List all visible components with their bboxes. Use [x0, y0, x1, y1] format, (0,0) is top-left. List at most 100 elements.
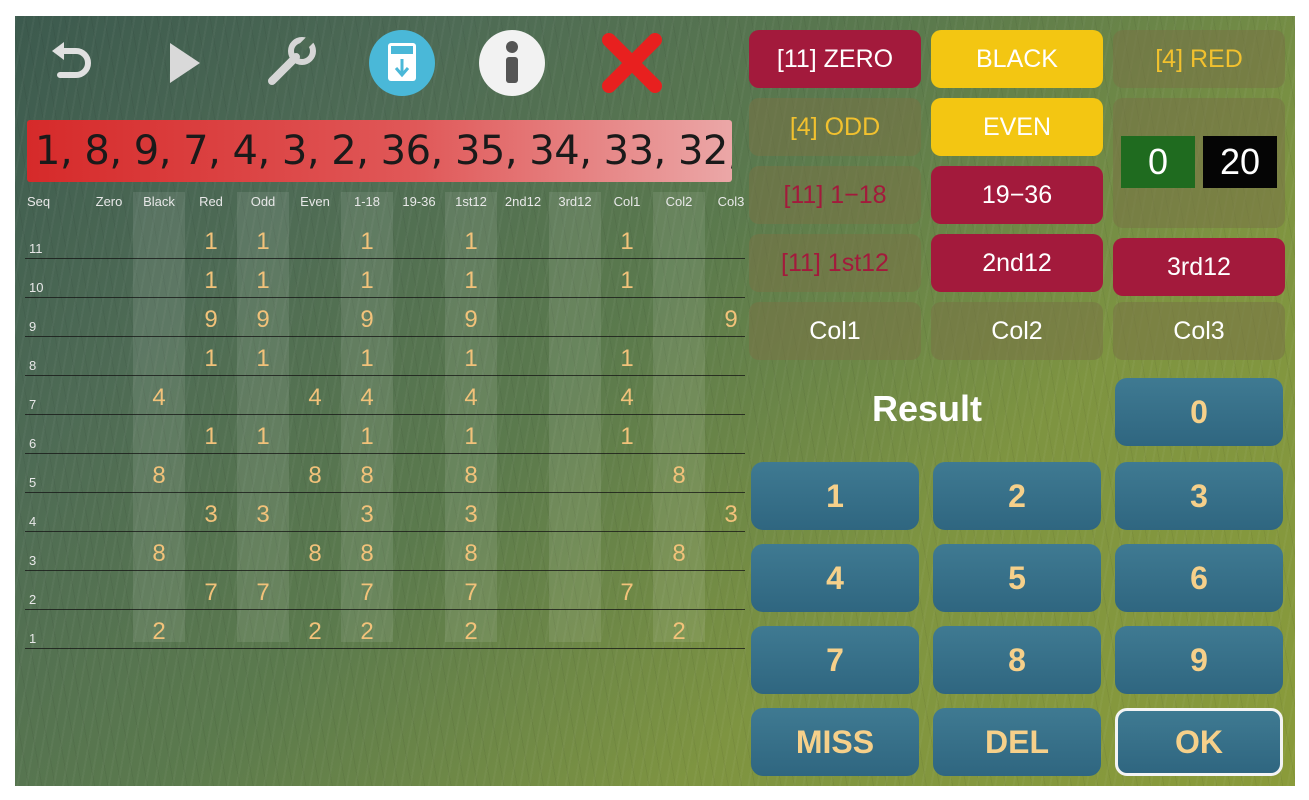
ok-button[interactable]: OK	[1115, 708, 1283, 776]
table-cell: 7	[620, 579, 634, 606]
table-cell: 2	[672, 618, 686, 645]
table-cell: 3	[724, 501, 738, 528]
column-header: Seq	[27, 194, 51, 209]
table-cell: 4	[620, 384, 634, 411]
bet-19-36[interactable]: 19−36	[931, 166, 1103, 224]
miss-button[interactable]: MISS	[751, 708, 919, 776]
table-cell: 1	[256, 267, 270, 294]
table-cell: 3	[256, 501, 270, 528]
key-6[interactable]: 6	[1115, 544, 1283, 612]
key-1[interactable]: 1	[751, 462, 919, 530]
key-0[interactable]: 0	[1115, 378, 1283, 446]
csv-export-icon[interactable]	[367, 28, 437, 98]
column-header: 3rd12	[558, 194, 592, 209]
seq-number: 7	[29, 397, 37, 412]
history-bar: 1, 8, 9, 7, 4, 3, 2, 36, 35, 34, 33, 32,	[27, 120, 732, 182]
table-cell: 3	[204, 501, 218, 528]
bet-col3[interactable]: Col3	[1113, 302, 1285, 360]
seq-number: 5	[29, 475, 37, 490]
play-icon[interactable]	[147, 28, 217, 98]
bet-1-18[interactable]: [11] 1−18	[749, 166, 921, 224]
table-cell: 1	[360, 228, 374, 255]
seq-number: 2	[29, 592, 37, 607]
table-cell: 1	[256, 423, 270, 450]
table-cell: 8	[152, 462, 166, 489]
close-icon[interactable]	[597, 28, 667, 98]
seq-number: 9	[29, 319, 37, 334]
key-7[interactable]: 7	[751, 626, 919, 694]
table-cell: 2	[464, 618, 478, 645]
total-counter: 20	[1203, 136, 1277, 188]
key-9[interactable]: 9	[1115, 626, 1283, 694]
table-row: 1 2 2 2 2 2	[25, 609, 745, 649]
table-cell: 3	[464, 501, 478, 528]
key-5[interactable]: 5	[933, 544, 1101, 612]
table-row: 11 1 1 1 1 1	[25, 219, 745, 259]
table-cell: 2	[152, 618, 166, 645]
table-row: 4 3 3 3 3 3	[25, 492, 745, 532]
table-row: 8 1 1 1 1 1	[25, 336, 745, 376]
table-cell: 1	[256, 345, 270, 372]
seq-number: 3	[29, 553, 37, 568]
table-cell: 1	[620, 423, 634, 450]
table-cell: 7	[360, 579, 374, 606]
table-cell: 8	[360, 540, 374, 567]
column-header: 19-36	[402, 194, 436, 209]
table-cell: 8	[152, 540, 166, 567]
table-cell: 9	[204, 306, 218, 333]
bet-col2[interactable]: Col2	[931, 302, 1103, 360]
result-label: Result	[871, 388, 983, 429]
table-cell: 8	[672, 462, 686, 489]
seq-number: 8	[29, 358, 37, 373]
table-cell: 7	[464, 579, 478, 606]
bet-odd[interactable]: [4] ODD	[749, 98, 921, 156]
table-cell: 8	[360, 462, 374, 489]
table-cell: 1	[620, 228, 634, 255]
bet-2nd12[interactable]: 2nd12	[931, 234, 1103, 292]
app-window: 1, 8, 9, 7, 4, 3, 2, 36, 35, 34, 33, 32,…	[15, 16, 1295, 786]
key-2[interactable]: 2	[933, 462, 1101, 530]
column-header: 2nd12	[504, 194, 542, 209]
table-row: 3 8 8 8 8 8	[25, 531, 745, 571]
table-row: 10 1 1 1 1 1	[25, 258, 745, 298]
wrench-icon[interactable]	[257, 28, 327, 98]
bet-red[interactable]: [4] RED	[1113, 30, 1285, 88]
bet-3rd12[interactable]: 3rd12	[1113, 238, 1285, 296]
key-4[interactable]: 4	[751, 544, 919, 612]
table-cell: 1	[620, 345, 634, 372]
column-header: Zero	[95, 194, 123, 209]
table-cell: 1	[464, 423, 478, 450]
table-cell: 8	[464, 540, 478, 567]
seq-number: 6	[29, 436, 37, 451]
bet-even[interactable]: EVEN	[931, 98, 1103, 156]
table-cell: 1	[204, 423, 218, 450]
key-3[interactable]: 3	[1115, 462, 1283, 530]
table-cell: 1	[204, 267, 218, 294]
key-8[interactable]: 8	[933, 626, 1101, 694]
table-row: 2 7 7 7 7 7	[25, 570, 745, 610]
seq-number: 10	[29, 280, 44, 295]
table-cell: 8	[308, 540, 322, 567]
table-cell: 8	[464, 462, 478, 489]
table-cell: 4	[308, 384, 322, 411]
table-cell: 1	[464, 345, 478, 372]
bet-zero[interactable]: [11] ZERO	[749, 30, 921, 88]
table-cell: 7	[204, 579, 218, 606]
bet-col1[interactable]: Col1	[749, 302, 921, 360]
bet-1st12[interactable]: [11] 1st12	[749, 234, 921, 292]
table-cell: 2	[308, 618, 322, 645]
table-cell: 8	[672, 540, 686, 567]
table-cell: 1	[360, 423, 374, 450]
delete-button[interactable]: DEL	[933, 708, 1101, 776]
column-header: Col2	[665, 194, 693, 209]
column-header: Red	[199, 194, 223, 209]
table-cell: 1	[464, 267, 478, 294]
bet-black[interactable]: BLACK	[931, 30, 1103, 88]
info-icon[interactable]	[477, 28, 547, 98]
table-cell: 1	[464, 228, 478, 255]
table-cell: 4	[464, 384, 478, 411]
table-row: 5 8 8 8 8 8	[25, 453, 745, 493]
table-cell: 9	[724, 306, 738, 333]
undo-icon[interactable]	[37, 28, 107, 98]
table-cell: 7	[256, 579, 270, 606]
